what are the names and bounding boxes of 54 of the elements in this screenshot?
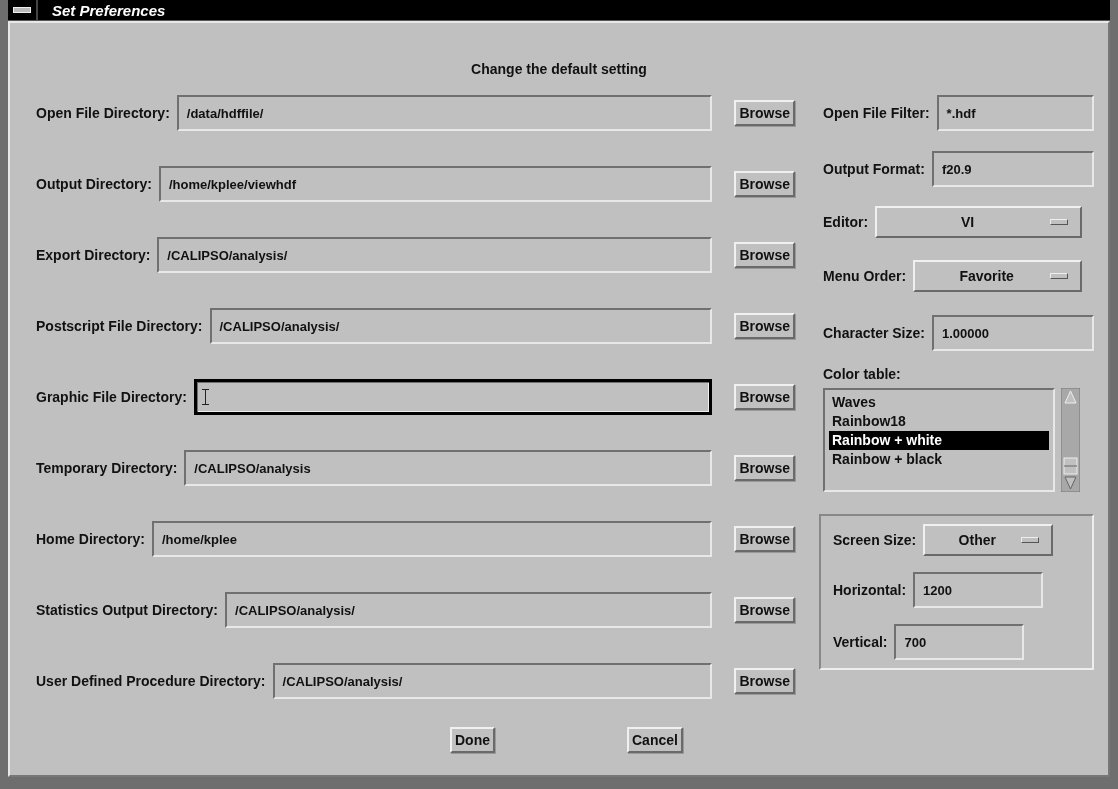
browse-button[interactable]: Browse xyxy=(734,597,795,623)
browse-button[interactable]: Browse xyxy=(734,526,795,552)
list-item[interactable]: Rainbow18 xyxy=(829,412,1049,431)
text-field[interactable]: 1200 xyxy=(913,572,1044,608)
directory-field[interactable]: /home/kplee/viewhdf xyxy=(158,166,713,202)
field-label: Screen Size: xyxy=(833,532,917,548)
browse-button[interactable]: Browse xyxy=(734,384,795,410)
dialog-heading: Change the default setting xyxy=(470,61,648,79)
dialog-button[interactable]: Done xyxy=(450,727,495,753)
directory-field[interactable] xyxy=(193,379,713,415)
browse-button[interactable]: Browse xyxy=(734,100,795,126)
field-label: Horizontal: xyxy=(833,582,907,598)
field-label: Export Directory: xyxy=(36,247,151,263)
field-label: Temporary Directory: xyxy=(36,460,178,476)
text-field[interactable]: 1.00000 xyxy=(931,315,1094,351)
directory-field[interactable]: /CALIPSO/analysis/ xyxy=(209,308,713,344)
text-field[interactable]: f20.9 xyxy=(931,151,1094,187)
field-label: Character Size: xyxy=(823,325,925,341)
directory-field[interactable]: /data/hdffile/ xyxy=(176,95,713,131)
field-label: Menu Order: xyxy=(823,268,907,284)
field-label: Statistics Output Directory: xyxy=(36,602,219,618)
browse-button[interactable]: Browse xyxy=(734,668,795,694)
field-label: Open File Directory: xyxy=(36,105,170,121)
field-label: Home Directory: xyxy=(36,531,145,547)
list-item[interactable]: Rainbow + black xyxy=(829,450,1049,469)
directory-field[interactable]: /CALIPSO/analysis/ xyxy=(225,592,713,628)
browse-button[interactable]: Browse xyxy=(734,313,795,339)
field-label: Vertical: xyxy=(833,634,888,650)
list-label: Color table: xyxy=(823,366,902,384)
dialog-button[interactable]: Cancel xyxy=(627,727,683,753)
browse-button[interactable]: Browse xyxy=(734,242,795,268)
option-menu[interactable]: VI xyxy=(875,206,1082,238)
list-item[interactable]: Waves xyxy=(829,393,1049,412)
directory-field[interactable]: /CALIPSO/analysis xyxy=(184,450,713,486)
list-item[interactable]: Rainbow + white xyxy=(829,431,1049,450)
field-label: Output Format: xyxy=(823,161,925,177)
field-label: Postscript File Directory: xyxy=(36,318,203,334)
field-label: Editor: xyxy=(823,214,869,230)
field-label: Output Directory: xyxy=(36,176,152,192)
field-label: Open File Filter: xyxy=(823,105,930,121)
text-cursor-icon xyxy=(204,389,206,405)
directory-field[interactable]: /home/kplee xyxy=(151,521,713,557)
option-menu[interactable]: Other xyxy=(923,524,1054,556)
field-label: Graphic File Directory: xyxy=(36,389,187,405)
text-field[interactable]: 700 xyxy=(894,624,1025,660)
window-title: Set Preferences xyxy=(52,1,166,19)
directory-field[interactable]: /CALIPSO/analysis/ xyxy=(272,663,713,699)
option-menu[interactable]: Favorite xyxy=(913,260,1082,292)
text-field[interactable]: *.hdf xyxy=(936,95,1094,131)
scrollbar[interactable] xyxy=(1061,388,1080,492)
field-label: User Defined Procedure Directory: xyxy=(36,673,266,689)
browse-button[interactable]: Browse xyxy=(734,171,795,197)
directory-field[interactable]: /CALIPSO/analysis/ xyxy=(157,237,713,273)
browse-button[interactable]: Browse xyxy=(734,455,795,481)
